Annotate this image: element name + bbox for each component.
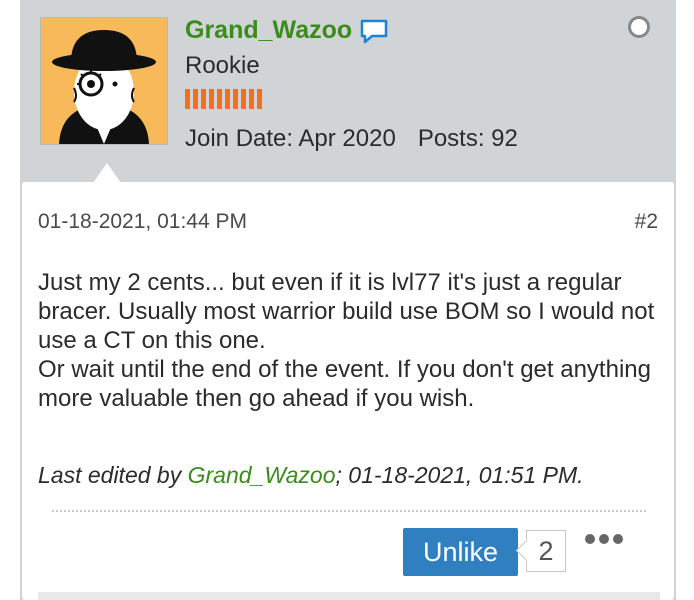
post-body: Just my 2 cents... but even if it is lvl…: [38, 268, 658, 413]
post-paragraph: Just my 2 cents... but even if it is lvl…: [38, 269, 655, 354]
username[interactable]: Grand_Wazoo: [185, 16, 352, 45]
user-info: Join Date: Apr 2020 Posts: 92: [185, 125, 518, 153]
like-count: 2: [526, 530, 566, 572]
reputation-segment: [249, 89, 254, 109]
user-title: Rookie: [185, 52, 260, 79]
reputation-segment: [217, 89, 222, 109]
divider: [52, 510, 646, 512]
avatar-image: [41, 18, 167, 144]
card-pointer: [93, 163, 121, 183]
chat-bubble-icon[interactable]: [359, 19, 389, 45]
last-edited-note: Last edited by Grand_Wazoo; 01-18-2021, …: [38, 462, 584, 489]
post-count: Posts: 92: [417, 125, 518, 152]
reputation-segment: [241, 89, 246, 109]
post-container: Grand_Wazoo Rookie Join Date: Apr 2020 Po…: [20, 0, 676, 600]
post-date: 01-18-2021, 01:44 PM: [38, 210, 247, 233]
post-number-link[interactable]: #2: [635, 210, 658, 234]
post-paragraph: Or wait until the end of the event. If y…: [38, 356, 651, 412]
reputation-segment: [209, 89, 214, 109]
reputation-segment: [257, 89, 262, 109]
reputation-segment: [193, 89, 198, 109]
reputation-segment: [225, 89, 230, 109]
unlike-button[interactable]: Unlike: [403, 528, 518, 576]
last-edited-suffix: ; 01-18-2021, 01:51 PM.: [335, 462, 584, 488]
avatar[interactable]: [40, 17, 168, 145]
join-date: Join Date: Apr 2020: [185, 125, 396, 152]
post-card: 01-18-2021, 01:44 PM #2 Just my 2 cents.…: [22, 182, 674, 600]
bottom-separator: [38, 592, 660, 600]
last-edited-editor-link[interactable]: Grand_Wazoo: [188, 462, 336, 488]
last-edited-prefix: Last edited by: [38, 462, 188, 488]
more-dots-icon[interactable]: [585, 534, 623, 544]
like-count-value: 2: [538, 536, 554, 566]
reputation-bar: [185, 89, 262, 109]
reputation-segment: [185, 89, 190, 109]
reputation-segment: [233, 89, 238, 109]
reputation-segment: [201, 89, 206, 109]
online-status-icon: [628, 16, 650, 38]
